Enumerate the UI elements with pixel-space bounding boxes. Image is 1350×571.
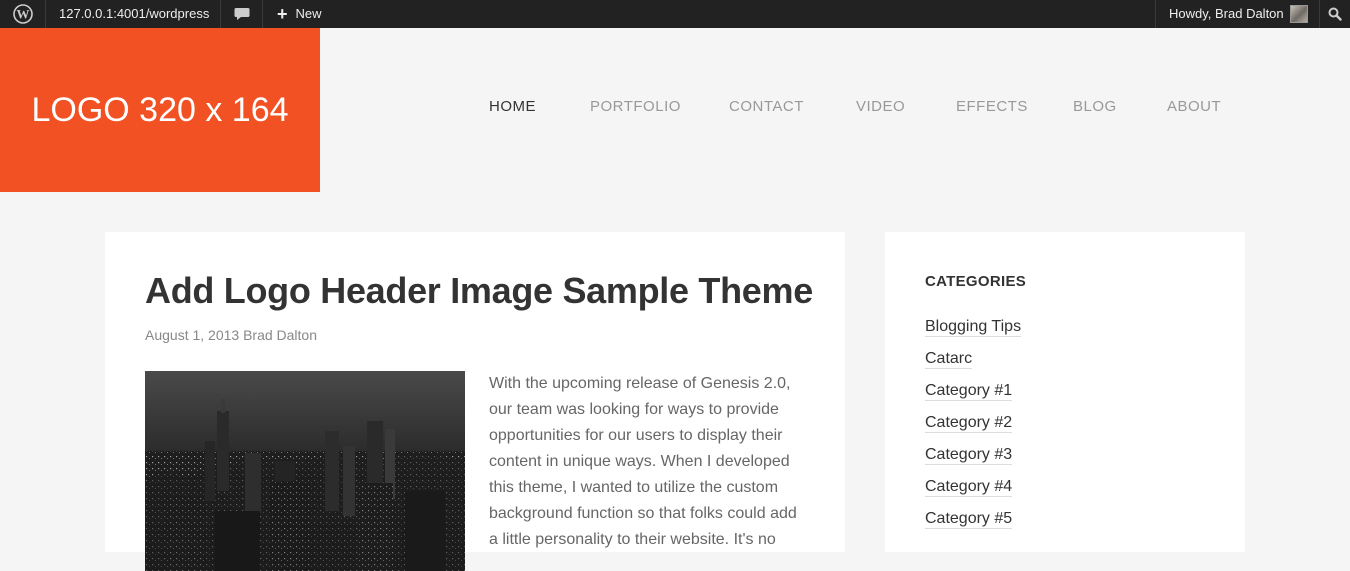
nav-item-blog[interactable]: BLOG [1073, 98, 1117, 115]
nav-item-effects[interactable]: EFFECTS [956, 98, 1028, 115]
category-link-4[interactable]: Category #4 [925, 478, 1013, 497]
category-link-2[interactable]: Category #2 [925, 414, 1013, 433]
list-item: Category #1 [925, 382, 1021, 414]
sidebar: CATEGORIES Blogging Tips Catarc Category… [885, 232, 1245, 552]
wordpress-logo-button[interactable]: W [0, 0, 46, 28]
city-skyline-image [145, 371, 465, 571]
list-item: Catarc [925, 350, 1021, 382]
nav-item-contact[interactable]: CONTACT [729, 98, 804, 115]
category-link-1[interactable]: Category #1 [925, 382, 1013, 401]
post-excerpt: With the upcoming release of Genesis 2.0… [489, 375, 797, 548]
site-name-link[interactable]: 127.0.0.1:4001/wordpress [46, 0, 221, 28]
list-item: Category #3 [925, 446, 1021, 478]
featured-image[interactable] [145, 371, 465, 571]
widget-title: CATEGORIES [925, 273, 1027, 290]
admin-search-button[interactable] [1319, 0, 1350, 28]
howdy-label: Howdy, Brad Dalton [1169, 6, 1284, 21]
admin-bar: W 127.0.0.1:4001/wordpress + New Howdy, … [0, 0, 1350, 28]
main-content: Add Logo Header Image Sample Theme Augus… [105, 232, 845, 571]
logo-text: LOGO 320 x 164 [31, 90, 289, 129]
nav-item-video[interactable]: VIDEO [856, 98, 905, 115]
account-menu[interactable]: Howdy, Brad Dalton [1155, 0, 1319, 28]
category-link-catarc[interactable]: Catarc [925, 350, 973, 369]
category-link-5[interactable]: Category #5 [925, 510, 1013, 529]
avatar [1289, 5, 1308, 23]
svg-text:W: W [16, 7, 29, 22]
list-item: Category #5 [925, 510, 1021, 542]
post-meta: August 1, 2013 Brad Dalton [145, 327, 317, 343]
comments-button[interactable] [221, 0, 263, 28]
site-logo[interactable]: LOGO 320 x 164 [0, 28, 320, 192]
site-url-label: 127.0.0.1:4001/wordpress [59, 6, 210, 21]
nav-item-portfolio[interactable]: PORTFOLIO [590, 98, 681, 115]
plus-icon: + [277, 4, 288, 24]
nav-item-about[interactable]: ABOUT [1167, 98, 1221, 115]
category-link-blogging-tips[interactable]: Blogging Tips [925, 318, 1022, 337]
category-list: Blogging Tips Catarc Category #1 Categor… [925, 318, 1022, 542]
new-label: New [295, 6, 322, 21]
post-date: August 1, 2013 [145, 327, 240, 343]
post-author[interactable]: Brad Dalton [243, 327, 317, 343]
new-content-button[interactable]: + New [263, 0, 322, 28]
post-title[interactable]: Add Logo Header Image Sample Theme [145, 270, 813, 312]
list-item: Category #4 [925, 478, 1021, 510]
search-icon [1328, 7, 1342, 21]
nav-item-home[interactable]: HOME [489, 98, 536, 115]
list-item: Blogging Tips [925, 318, 1022, 350]
list-item: Category #2 [925, 414, 1021, 446]
category-link-3[interactable]: Category #3 [925, 446, 1013, 465]
wordpress-icon: W [12, 4, 33, 24]
comment-icon [234, 8, 249, 20]
